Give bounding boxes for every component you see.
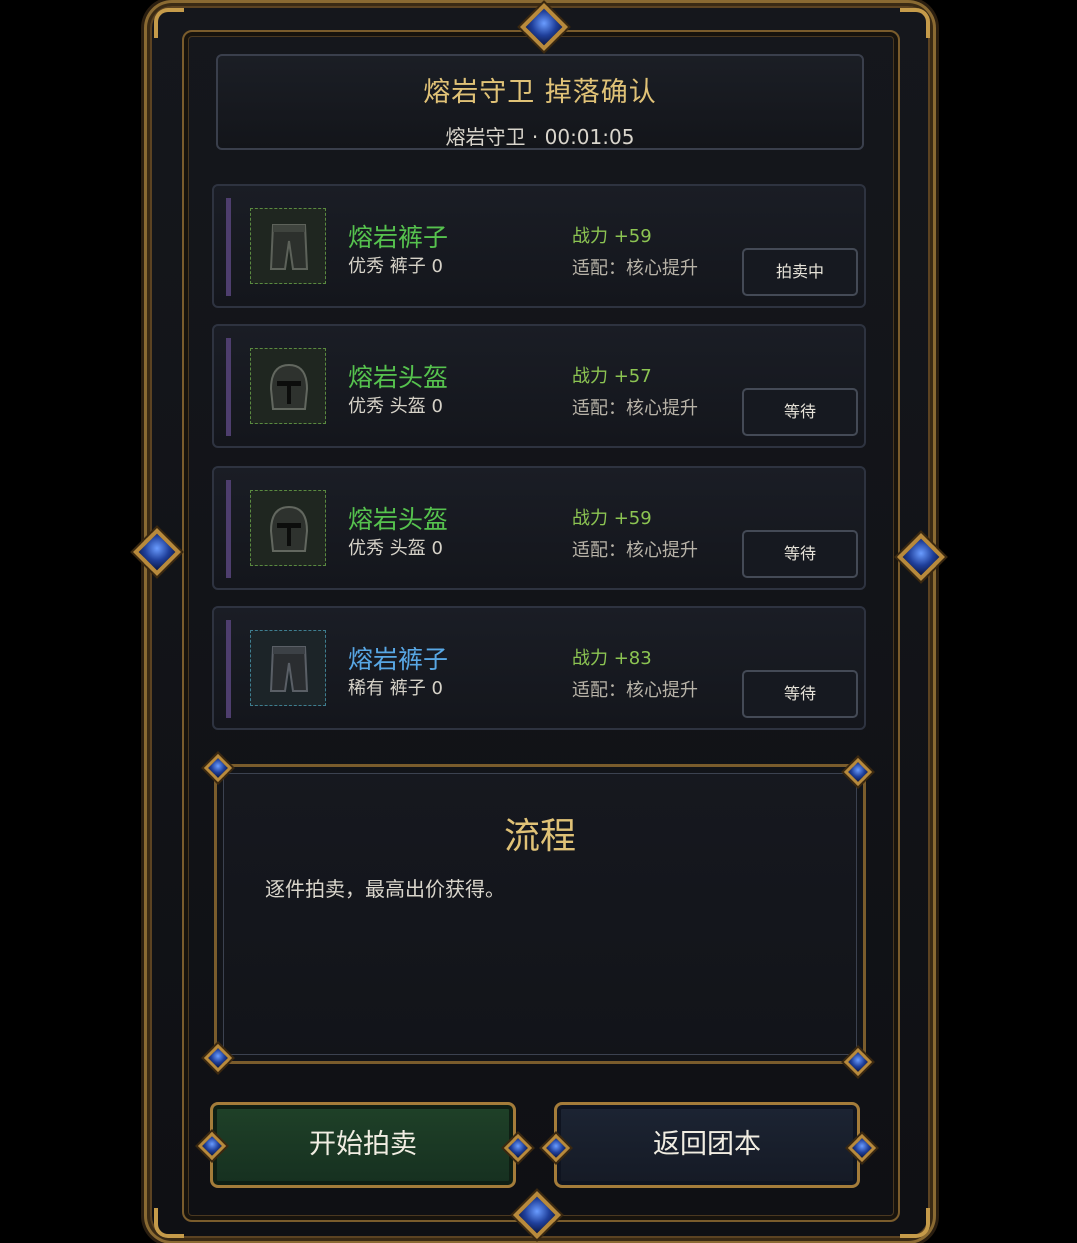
return-raid-button[interactable]: 返回团本 — [554, 1102, 860, 1188]
item-fit: 适配：核心提升 — [572, 540, 698, 561]
loot-item[interactable]: 熔岩裤子 稀有 裤子 0 战力 +83 适配：核心提升 等待 — [212, 606, 866, 730]
item-quality: 稀有 裤子 0 — [348, 678, 443, 699]
item-accent-bar — [226, 198, 231, 296]
item-name: 熔岩裤子 — [348, 645, 449, 674]
frame-corner — [900, 1208, 930, 1238]
loot-item[interactable]: 熔岩头盔 优秀 头盔 0 战力 +57 适配：核心提升 等待 — [212, 324, 866, 448]
status-button[interactable]: 等待 — [742, 388, 858, 436]
loot-item[interactable]: 熔岩头盔 优秀 头盔 0 战力 +59 适配：核心提升 等待 — [212, 466, 866, 590]
item-icon-frame — [250, 348, 326, 424]
item-icon-frame — [250, 630, 326, 706]
start-auction-button[interactable]: 开始拍卖 — [210, 1102, 516, 1188]
pants-icon — [269, 224, 309, 270]
process-panel: 流程 逐件拍卖，最高出价获得。 — [214, 764, 866, 1064]
item-icon-frame — [250, 208, 326, 284]
item-accent-bar — [226, 620, 231, 718]
item-fit: 适配：核心提升 — [572, 258, 698, 279]
status-button[interactable]: 拍卖中 — [742, 248, 858, 296]
helmet-icon — [269, 363, 309, 410]
item-name: 熔岩头盔 — [348, 505, 449, 534]
item-quality: 优秀 头盔 0 — [348, 396, 443, 417]
drop-header: 熔岩守卫 掉落确认 熔岩守卫 · 00:01:05 — [216, 54, 864, 150]
item-accent-bar — [226, 480, 231, 578]
frame-corner — [154, 1208, 184, 1238]
pants-icon — [269, 646, 309, 692]
process-title: 流程 — [503, 816, 576, 857]
item-icon-frame — [250, 490, 326, 566]
loot-item[interactable]: 熔岩裤子 优秀 裤子 0 战力 +59 适配：核心提升 拍卖中 — [212, 184, 866, 308]
item-quality: 优秀 裤子 0 — [348, 256, 443, 277]
item-accent-bar — [226, 338, 231, 436]
helmet-icon — [269, 505, 309, 552]
item-power: 战力 +59 — [572, 508, 652, 529]
item-fit: 适配：核心提升 — [572, 680, 698, 701]
item-name: 熔岩头盔 — [348, 363, 449, 392]
process-description: 逐件拍卖，最高出价获得。 — [265, 877, 505, 901]
item-power: 战力 +59 — [572, 226, 652, 247]
item-name: 熔岩裤子 — [348, 223, 449, 252]
item-power: 战力 +83 — [572, 648, 652, 669]
item-quality: 优秀 头盔 0 — [348, 538, 443, 559]
boss-timer: 熔岩守卫 · 00:01:05 — [445, 125, 635, 149]
frame-corner — [900, 8, 930, 38]
page-title: 熔岩守卫 掉落确认 — [423, 77, 657, 108]
status-button[interactable]: 等待 — [742, 670, 858, 718]
item-fit: 适配：核心提升 — [572, 398, 698, 419]
frame-corner — [154, 8, 184, 38]
item-power: 战力 +57 — [572, 366, 652, 387]
status-button[interactable]: 等待 — [742, 530, 858, 578]
